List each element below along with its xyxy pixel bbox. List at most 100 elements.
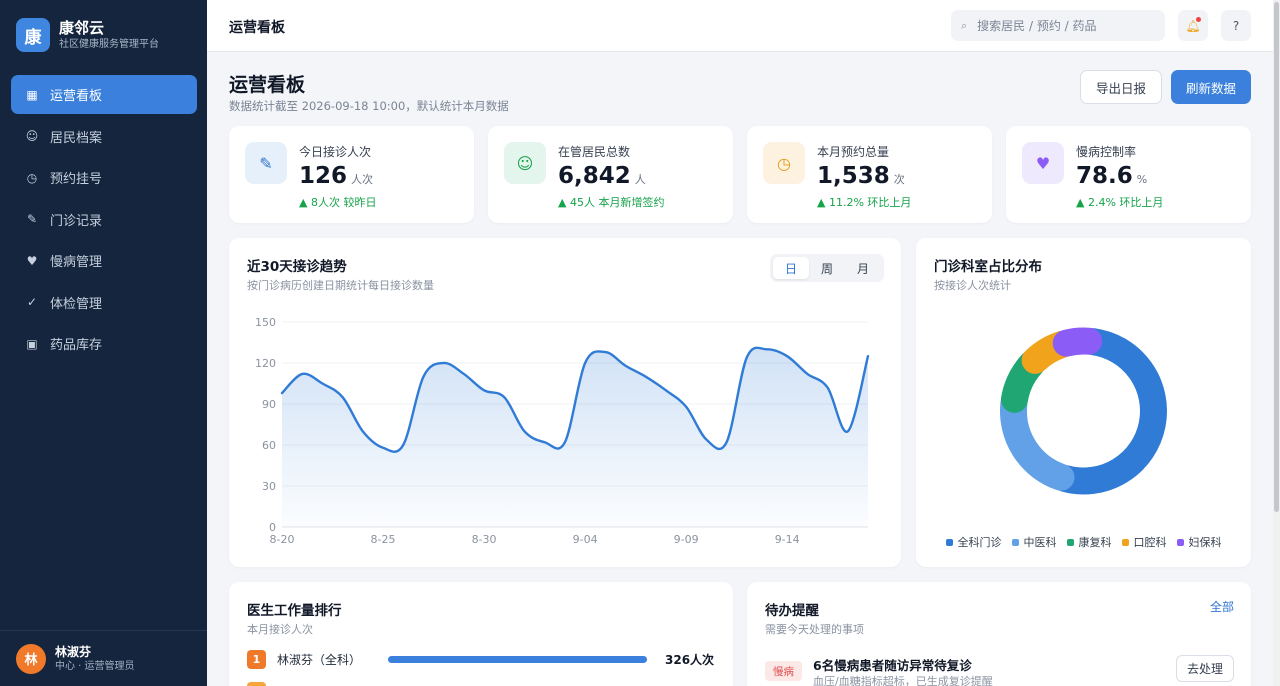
stat-trend: ▲ 8人次 较昨日 [299,196,377,209]
brand-subtitle: 社区健康服务管理平台 [59,38,159,50]
sidebar-item-3[interactable]: ✎ 门诊记录 [11,200,197,239]
trend-area [282,347,868,527]
stat-value: 6,842 人 [558,163,646,189]
notification-dot [1196,17,1201,22]
pen-icon: ✎ [26,212,38,226]
stat-label: 慢病控制率 [1076,145,1137,159]
legend-swatch [1011,538,1019,546]
donut-slice-4[interactable] [1052,327,1103,357]
refresh-data-button[interactable]: 刷新数据 [1171,70,1251,104]
search-input[interactable] [977,18,1148,33]
stat-label: 在管居民总数 [558,145,631,159]
legend-item: 全科门诊 [945,534,1002,550]
export-report-button[interactable]: 导出日报 [1080,70,1162,104]
stat-unit: 人次 [351,173,374,186]
sidebar-item-label: 预约挂号 [50,172,103,187]
x-tick-label: 9-14 [775,533,800,546]
user-name: 林淑芬 [55,644,92,659]
y-tick-label: 30 [262,480,276,493]
legend-label: 康复科 [1078,536,1112,549]
ranking-subtitle: 本月接诊人次 [247,623,313,636]
donut-slice-0[interactable] [1051,328,1167,495]
sidebar-item-6[interactable]: ▣ 药品库存 [11,324,197,363]
stat-card-3[interactable]: ♥ 慢病控制率 78.6% ▲ 2.4% 环比上月 [1006,126,1251,223]
legend-item: 中医科 [1011,534,1057,550]
view-all-link[interactable]: 全部 [1210,598,1234,615]
todo-item-desc: 血压/血糖指标超标，已生成复诊提醒 [813,675,993,686]
doctor-name: 林淑芬（全科） [277,653,362,667]
user-profile[interactable]: 林 林淑芬 中心 · 运营管理员 [0,630,207,686]
heart-icon: ♥ [26,253,38,268]
department-donut-chart [1000,327,1167,495]
legend-swatch [945,538,953,546]
legend-swatch [1121,538,1129,546]
department-legend: 全科门诊 中医科 康复科 口腔科 妇保科 [916,534,1251,550]
sidebar-item-5[interactable]: ✓ 体检管理 [11,283,197,322]
brand-name: 康邻云 [59,18,105,37]
clock-icon: ◷ [763,142,805,184]
topbar: 运营看板 ⌕ 🔔︎ ? [207,0,1273,52]
legend-swatch [1176,538,1184,546]
help-button[interactable]: ? [1221,10,1251,41]
sidebar-item-0[interactable]: ▦ 运营看板 [11,75,197,114]
legend-label: 妇保科 [1188,536,1222,549]
todo-tag: 慢病 [765,661,802,681]
page-title: 运营看板 [229,74,306,96]
trend-card: 近30天接诊趋势 按门诊病历创建日期统计每日接诊数量 日周月 0 30 60 90 12… [229,238,901,567]
x-tick-label: 8-20 [270,533,295,546]
rank-badge: 1 [247,650,266,669]
avatar: 林 [16,643,46,674]
workload-bar [388,656,647,663]
pen-icon: ✎ [245,142,287,184]
workload-bar-fill [388,656,647,663]
topbar-title: 运营看板 [229,20,285,36]
heart-icon: ♥ [1022,142,1064,184]
stat-unit: % [1136,173,1148,186]
workload-value: 326人次 [665,653,715,667]
rank-badge-partial [247,682,266,686]
stat-label: 今日接诊人次 [299,145,372,159]
notification-button[interactable]: 🔔︎ [1178,10,1208,41]
todo-card: 待办提醒 需要今天处理的事项 全部 慢病 6名慢病患者随访异常待复诊 血压/血糖… [747,582,1251,686]
stat-number: 6,842 [558,163,631,189]
legend-label: 口腔科 [1133,536,1167,549]
stat-value: 126 人次 [299,163,373,189]
stat-trend: ▲ 45人 本月新增签约 [558,196,665,209]
stat-trend: ▲ 2.4% 环比上月 [1076,196,1164,209]
sidebar-item-1[interactable]: ☺ 居民档案 [11,117,197,156]
stat-value: 78.6% [1076,163,1147,189]
legend-label: 全科门诊 [957,536,1002,549]
sidebar: 康 康邻云 社区健康服务管理平台 ▦ 运营看板 ☺ 居民档案 ◷ 预约挂号 ✎ 门诊记录 ♥ 慢病… [0,0,207,686]
donut-slice-1[interactable] [1000,390,1075,491]
sidebar-item-label: 门诊记录 [50,213,103,229]
x-tick-label: 8-25 [371,533,396,546]
brand[interactable]: 康 康邻云 社区健康服务管理平台 [16,18,159,52]
ranking-title: 医生工作量排行 [247,603,342,619]
page-subtitle: 数据统计截至 2026-09-18 10:00，默认统计本月数据 [229,99,509,113]
stat-unit: 次 [893,173,905,186]
stat-card-2[interactable]: ◷ 本月预约总量 1,538 次 ▲ 11.2% 环比上月 [747,126,992,223]
scrollbar-thumb[interactable] [1274,2,1279,512]
legend-item: 康复科 [1066,534,1112,550]
y-tick-label: 120 [255,357,276,370]
stat-label: 本月预约总量 [817,145,890,159]
stat-card-1[interactable]: ☺ 在管居民总数 6,842 人 ▲ 45人 本月新增签约 [488,126,733,223]
todo-action-button[interactable]: 去处理 [1176,655,1234,682]
check-icon: ✓ [26,295,38,309]
legend-label: 中医科 [1023,536,1057,549]
search-box[interactable]: ⌕ [951,10,1165,41]
trend-chart: 03060901201508-20 8-25 8-30 9-04 9-09 9-14 [255,316,870,546]
scrollbar[interactable] [1273,0,1280,686]
sidebar-item-2[interactable]: ◷ 预约挂号 [11,158,197,197]
x-tick-label: 9-04 [573,533,598,546]
todo-item-title: 6名慢病患者随访异常待复诊 [813,658,972,673]
sidebar-item-label: 慢病管理 [50,255,103,270]
sidebar-item-4[interactable]: ♥ 慢病管理 [11,241,197,280]
sidebar-item-label: 体检管理 [50,296,103,312]
y-tick-label: 150 [255,316,276,329]
x-tick-label: 9-09 [674,533,699,546]
stat-card-0[interactable]: ✎ 今日接诊人次 126 人次 ▲ 8人次 较昨日 [229,126,474,223]
sidebar-nav: ▦ 运营看板 ☺ 居民档案 ◷ 预约挂号 ✎ 门诊记录 ♥ 慢病管理 ✓ 体检管理 ▣ 药品库存 [11,75,197,366]
ranking-row[interactable]: 1 林淑芬（全科） 326人次 [247,650,717,669]
grid-icon: ▦ [26,87,38,102]
